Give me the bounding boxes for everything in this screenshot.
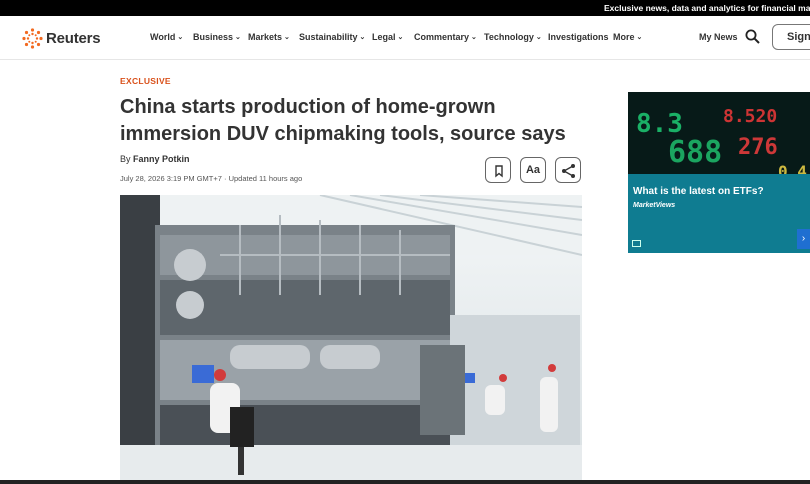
reuters-logo[interactable]: Reuters xyxy=(22,27,104,49)
ad-choices-icon[interactable] xyxy=(632,240,641,247)
text-size-button[interactable]: Aa xyxy=(520,157,546,183)
logo-wordmark: Reuters xyxy=(46,30,101,47)
byline: By Fanny Potkin xyxy=(120,154,190,164)
nav-label: World xyxy=(150,32,176,42)
article-kicker[interactable]: EXCLUSIVE xyxy=(120,76,171,86)
nav-more[interactable]: More ⌄ xyxy=(613,32,642,42)
nav-investigations[interactable]: Investigations xyxy=(548,32,609,42)
reuters-dots-icon xyxy=(22,28,43,49)
nav-technology[interactable]: Technology ⌄ xyxy=(484,32,542,42)
nav-label: Commentary xyxy=(414,32,470,42)
nav-commentary[interactable]: Commentary ⌄ xyxy=(414,32,477,42)
article-dateline: July 28, 2026 3:19 PM GMT+7 · Updated 11… xyxy=(120,174,303,183)
chevron-down-icon: ⌄ xyxy=(471,34,477,41)
nav-label: Business xyxy=(193,32,234,42)
bookmark-button[interactable] xyxy=(485,157,511,183)
byline-prefix: By xyxy=(120,154,131,164)
share-button[interactable] xyxy=(555,157,581,183)
author-link[interactable]: Fanny Potkin xyxy=(133,154,190,164)
nav-markets[interactable]: Markets ⌄ xyxy=(248,32,290,42)
hero-image-lithography-tool[interactable] xyxy=(120,195,582,484)
chevron-down-icon: ⌄ xyxy=(535,34,542,41)
article-headline: China starts production of home-grown im… xyxy=(120,96,566,145)
ad-headline[interactable]: What is the latest on ETFs? xyxy=(633,186,764,197)
nav-label: Legal xyxy=(372,32,396,42)
nav-label: Sustainability xyxy=(299,32,358,42)
nav-sustainability[interactable]: Sustainability ⌄ xyxy=(299,32,365,42)
chevron-down-icon: ⌄ xyxy=(397,34,404,41)
nav-label: More xyxy=(613,32,635,42)
chevron-down-icon: ⌄ xyxy=(235,34,241,41)
svg-text:276: 276 xyxy=(738,135,778,160)
search-icon[interactable] xyxy=(745,29,760,44)
promo-bar[interactable]: Exclusive news, data and analytics for f… xyxy=(0,0,810,16)
site-header: Reuters World ⌄ Business ⌄ Markets ⌄ Sustai… xyxy=(0,16,810,60)
ticker-board-image: 8.3 688 8.520 276 0.4 xyxy=(628,92,810,182)
nav-world[interactable]: World ⌄ xyxy=(150,32,183,42)
text-size-label: Aa xyxy=(525,164,541,176)
svg-text:688: 688 xyxy=(668,135,722,170)
promo-text[interactable]: Exclusive news, data and analytics for f… xyxy=(604,0,810,16)
etf-ad-banner[interactable]: 8.3 688 8.520 276 0.4 What is the latest… xyxy=(628,92,810,253)
chevron-down-icon: ⌄ xyxy=(359,34,366,41)
sign-in-button[interactable]: Sign xyxy=(772,24,810,50)
nav-legal[interactable]: Legal ⌄ xyxy=(372,32,403,42)
bookmark-icon xyxy=(495,165,503,178)
nav-business[interactable]: Business ⌄ xyxy=(193,32,241,42)
cleanroom-photo xyxy=(120,195,582,484)
chevron-down-icon: ⌄ xyxy=(636,34,643,41)
nav-label: Technology xyxy=(484,32,534,42)
share-icon xyxy=(562,164,575,178)
ad-source: MarketViews xyxy=(633,202,676,209)
chevron-down-icon: ⌄ xyxy=(177,34,184,41)
nav-label: Investigations xyxy=(548,32,609,42)
nav-label: Markets xyxy=(248,32,283,42)
my-news-link[interactable]: My News xyxy=(699,32,738,42)
chevron-down-icon: ⌄ xyxy=(284,34,290,41)
svg-text:8.520: 8.520 xyxy=(723,106,777,127)
bottom-edge xyxy=(0,480,810,484)
ad-next-arrow-icon[interactable]: › xyxy=(797,229,810,249)
